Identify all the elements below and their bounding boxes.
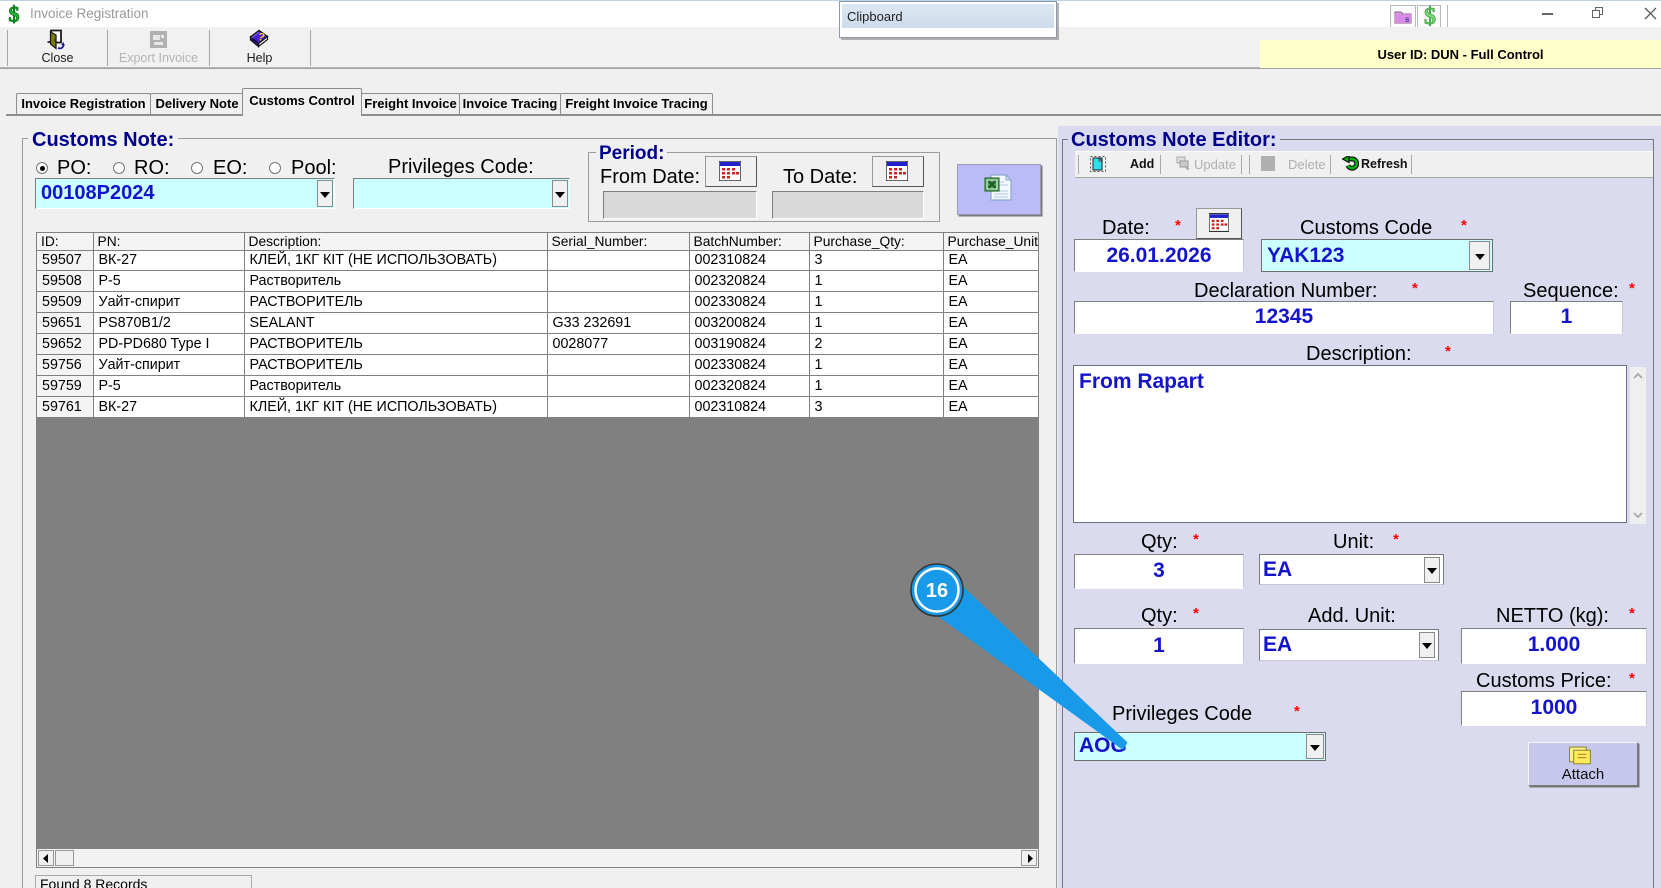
svg-text:$: $ — [9, 2, 20, 26]
svg-text:16: 16 — [926, 580, 948, 602]
svg-text:$: $ — [1424, 4, 1436, 29]
svg-text:s: s — [1405, 15, 1410, 24]
